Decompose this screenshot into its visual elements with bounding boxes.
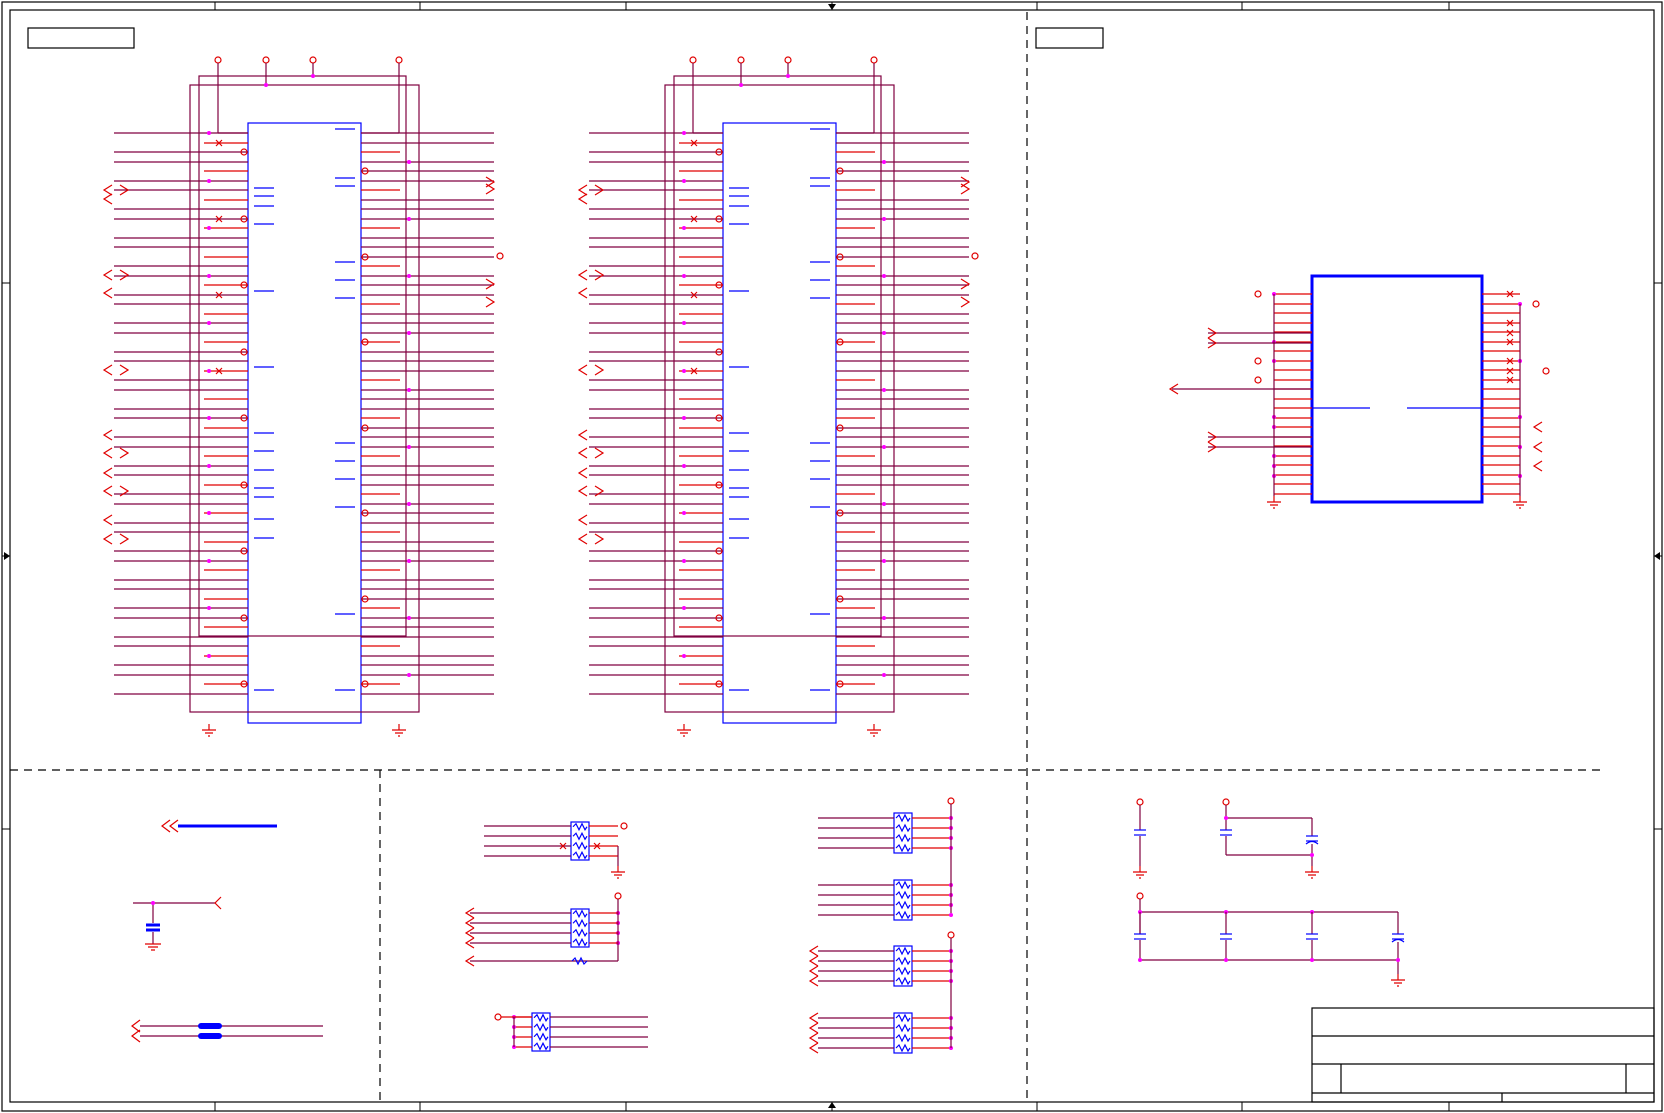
connector-b <box>577 56 979 737</box>
title-block <box>1311 1007 1655 1103</box>
ic-u1 <box>1168 274 1550 509</box>
net-tie-block <box>131 819 323 1043</box>
ic-body <box>1310 274 1484 504</box>
schematic-canvas <box>1 1 1663 1112</box>
decoupling-caps <box>1133 798 1405 987</box>
sheet-title-box-right <box>1035 27 1104 49</box>
connector-body <box>722 122 837 724</box>
resistor-networks <box>464 797 955 1054</box>
sheet-title-box-left <box>27 27 135 49</box>
drawing-frame <box>1 1 1663 1112</box>
connector-a <box>102 56 504 737</box>
connector-body <box>247 122 362 724</box>
